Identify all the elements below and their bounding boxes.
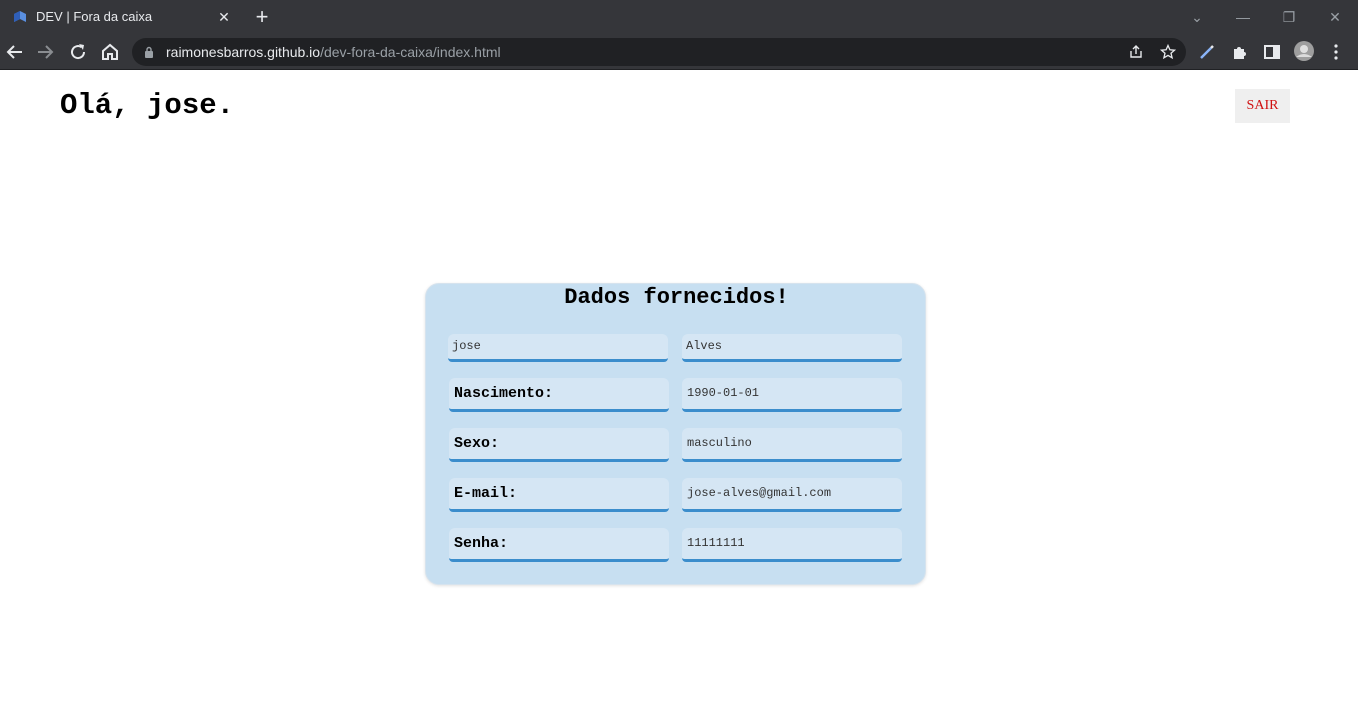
birth-label: Nascimento: [449, 378, 669, 412]
greeting-heading: Olá, jose. [60, 89, 235, 122]
sex-field[interactable]: masculino [682, 428, 902, 462]
star-icon[interactable] [1160, 44, 1176, 60]
minimize-icon[interactable]: — [1232, 6, 1254, 28]
email-label: E-mail: [449, 478, 669, 512]
user-data-card: Dados fornecidos! jose Alves Nascimento:… [425, 283, 926, 585]
pen-icon[interactable] [1197, 42, 1217, 62]
password-field[interactable]: 11111111 [682, 528, 902, 562]
share-icon[interactable] [1128, 44, 1144, 60]
sex-label: Sexo: [449, 428, 669, 462]
reload-icon[interactable] [66, 40, 90, 64]
url-host: raimonesbarros.github.io [166, 44, 321, 60]
extensions-icon[interactable] [1230, 42, 1250, 62]
site-favicon-icon [14, 11, 26, 22]
lock-icon[interactable] [144, 46, 154, 58]
password-label: Senha: [449, 528, 669, 562]
browser-toolbar: raimonesbarros.github.io/dev-fora-da-cai… [0, 34, 1358, 70]
address-bar[interactable]: raimonesbarros.github.io/dev-fora-da-cai… [132, 38, 1186, 66]
tab-title: DEV | Fora da caixa [36, 9, 153, 24]
email-field[interactable]: jose-alves@gmail.com [682, 478, 902, 512]
tab-close-icon[interactable]: ✕ [214, 7, 234, 27]
birth-date-field[interactable]: 1990-01-01 [682, 378, 902, 412]
url-text[interactable]: raimonesbarros.github.io/dev-fora-da-cai… [166, 44, 501, 60]
back-icon[interactable] [3, 40, 27, 64]
browser-tab[interactable]: DEV | Fora da caixa ✕ [0, 0, 240, 34]
new-tab-button[interactable]: + [250, 5, 274, 29]
tab-search-icon[interactable]: ⌄ [1186, 6, 1208, 28]
logout-button[interactable]: SAIR [1235, 89, 1290, 123]
url-path: /dev-fora-da-caixa/index.html [320, 44, 501, 60]
window-close-icon[interactable]: ✕ [1324, 6, 1346, 28]
forward-icon[interactable] [33, 40, 57, 64]
sidebar-icon[interactable] [1262, 42, 1282, 62]
restore-icon[interactable]: ❐ [1278, 6, 1300, 28]
first-name-field[interactable]: jose [448, 334, 668, 362]
home-icon[interactable] [98, 40, 122, 64]
page-content: Olá, jose. SAIR Dados fornecidos! jose A… [0, 71, 1358, 726]
profile-avatar[interactable] [1293, 40, 1315, 62]
last-name-field[interactable]: Alves [682, 334, 902, 362]
menu-icon[interactable] [1326, 42, 1346, 62]
tab-strip: DEV | Fora da caixa ✕ + ⌄ — ❐ ✕ [0, 0, 1358, 34]
card-title: Dados fornecidos! [564, 285, 789, 310]
